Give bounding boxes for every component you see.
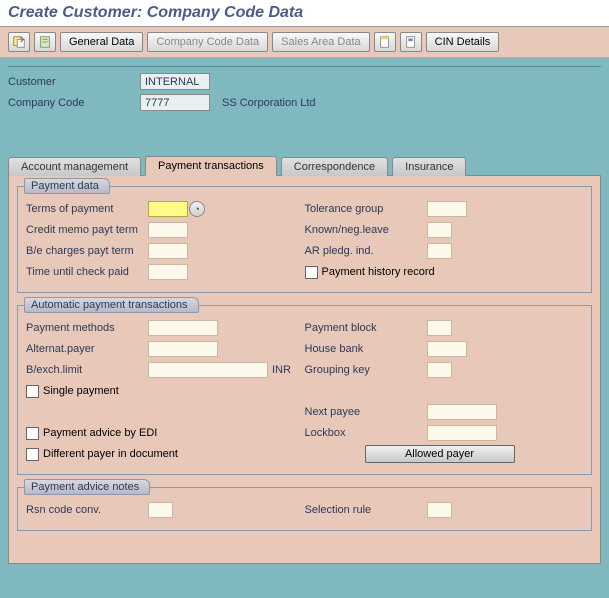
- terms-of-payment-label: Terms of payment: [26, 203, 148, 215]
- customer-label: Customer: [8, 76, 140, 88]
- tab-account-management[interactable]: Account management: [8, 157, 141, 176]
- credit-memo-input[interactable]: [148, 222, 188, 238]
- house-bank-label: House bank: [305, 343, 427, 355]
- payment-advice-edi-checkbox[interactable]: [26, 427, 39, 440]
- known-neg-label: Known/neg.leave: [305, 224, 427, 236]
- tolerance-group-input[interactable]: [427, 201, 467, 217]
- payment-block-label: Payment block: [305, 322, 427, 334]
- alternat-payer-input[interactable]: [148, 341, 218, 357]
- payment-history-checkbox[interactable]: [305, 266, 318, 279]
- alternat-payer-label: Alternat.payer: [26, 343, 148, 355]
- group-payment-data: Payment data Terms of payment ◔ Credit m…: [17, 186, 592, 293]
- tabstrip: Account management Payment transactions …: [8, 156, 601, 176]
- company-code-data-button: Company Code Data: [147, 32, 268, 52]
- be-charges-label: B/e charges payt term: [26, 245, 148, 257]
- single-payment-checkbox[interactable]: [26, 385, 39, 398]
- value-help-icon[interactable]: ◔: [189, 201, 205, 217]
- company-desc: SS Corporation Ltd: [222, 97, 316, 109]
- grouping-key-label: Grouping key: [305, 364, 427, 376]
- time-until-label: Time until check paid: [26, 266, 148, 278]
- terms-of-payment-input[interactable]: [148, 201, 188, 217]
- known-neg-input[interactable]: [427, 222, 452, 238]
- folder-icon[interactable]: [400, 32, 422, 52]
- other-object-icon[interactable]: [8, 32, 30, 52]
- bexch-unit: INR: [272, 364, 291, 376]
- tab-payment-transactions[interactable]: Payment transactions: [145, 156, 277, 176]
- payment-history-label: Payment history record: [322, 266, 435, 278]
- payment-block-input[interactable]: [427, 320, 452, 336]
- additional-data-icon[interactable]: [34, 32, 56, 52]
- ar-pledg-label: AR pledg. ind.: [305, 245, 427, 257]
- credit-memo-label: Credit memo payt term: [26, 224, 148, 236]
- customer-value: INTERNAL: [140, 73, 210, 90]
- tolerance-group-label: Tolerance group: [305, 203, 427, 215]
- single-payment-label: Single payment: [43, 385, 119, 397]
- be-charges-input[interactable]: [148, 243, 188, 259]
- grouping-key-input[interactable]: [427, 362, 452, 378]
- group-auto-pay: Automatic payment transactions Payment m…: [17, 305, 592, 475]
- company-code-value: 7777: [140, 94, 210, 111]
- house-bank-input[interactable]: [427, 341, 467, 357]
- group-pay-advice: Payment advice notes Rsn code conv. Sele…: [17, 487, 592, 531]
- lockbox-label: Lockbox: [305, 427, 427, 439]
- company-code-label: Company Code: [8, 97, 140, 109]
- group-title: Automatic payment transactions: [24, 297, 199, 313]
- tab-correspondence[interactable]: Correspondence: [281, 157, 388, 176]
- rsn-code-input[interactable]: [148, 502, 173, 518]
- time-until-input[interactable]: [148, 264, 188, 280]
- cin-details-button[interactable]: CIN Details: [426, 32, 500, 52]
- payment-advice-edi-label: Payment advice by EDI: [43, 427, 157, 439]
- general-data-button[interactable]: General Data: [60, 32, 143, 52]
- toolbar: General Data Company Code Data Sales Are…: [0, 27, 609, 58]
- ar-pledg-input[interactable]: [427, 243, 452, 259]
- lockbox-input[interactable]: [427, 425, 497, 441]
- allowed-payer-button[interactable]: Allowed payer: [365, 445, 515, 463]
- tab-panel: Payment data Terms of payment ◔ Credit m…: [8, 175, 601, 564]
- sales-area-data-button: Sales Area Data: [272, 32, 370, 52]
- diff-payer-label: Different payer in document: [43, 448, 178, 460]
- payment-methods-label: Payment methods: [26, 322, 148, 334]
- group-title: Payment data: [24, 178, 110, 194]
- next-payee-label: Next payee: [305, 406, 427, 418]
- window-title: Create Customer: Company Code Data: [0, 0, 609, 27]
- group-title: Payment advice notes: [24, 479, 150, 495]
- bexch-limit-input[interactable]: [148, 362, 268, 378]
- payment-methods-input[interactable]: [148, 320, 218, 336]
- selection-rule-input[interactable]: [427, 502, 452, 518]
- bexch-limit-label: B/exch.limit: [26, 364, 148, 376]
- document-icon[interactable]: [374, 32, 396, 52]
- next-payee-input[interactable]: [427, 404, 497, 420]
- rsn-code-label: Rsn code conv.: [26, 504, 148, 516]
- selection-rule-label: Selection rule: [305, 504, 427, 516]
- diff-payer-checkbox[interactable]: [26, 448, 39, 461]
- header-area: Customer INTERNAL Company Code 7777 SS C…: [0, 58, 609, 155]
- tab-insurance[interactable]: Insurance: [392, 157, 466, 176]
